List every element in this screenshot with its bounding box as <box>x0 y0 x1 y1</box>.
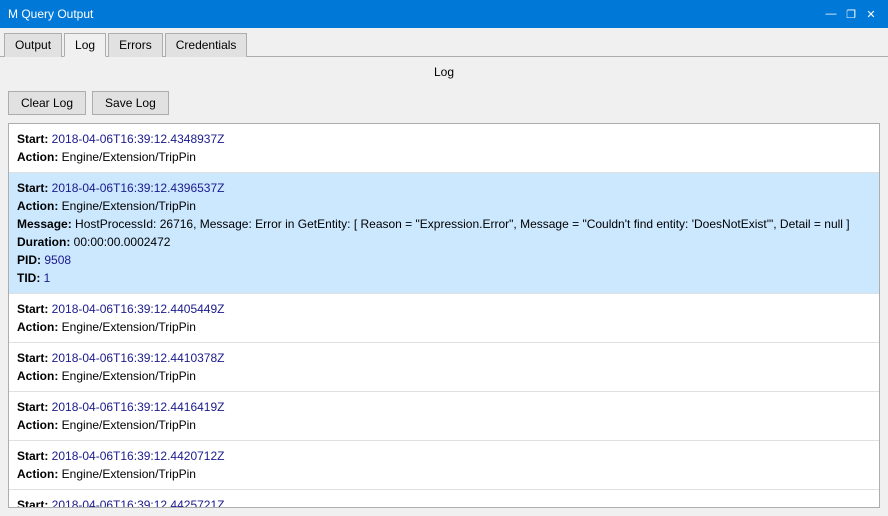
log-entry[interactable]: Start: 2018-04-06T16:39:12.4405449ZActio… <box>9 294 879 343</box>
log-field-label: Duration: <box>17 235 74 249</box>
log-field-value: 2018-04-06T16:39:12.4396537Z <box>52 181 225 195</box>
log-field-label: Action: <box>17 199 62 213</box>
log-field-label: Action: <box>17 320 62 334</box>
log-container[interactable]: Start: 2018-04-06T16:39:12.4348937ZActio… <box>8 123 880 508</box>
log-field-label: Start: <box>17 498 52 508</box>
title-bar: M Query Output — ❐ ✕ <box>0 0 888 28</box>
log-field: Action: Engine/Extension/TripPin <box>17 416 871 434</box>
log-field-value: Engine/Extension/TripPin <box>62 320 196 334</box>
toolbar: Clear Log Save Log <box>0 87 888 123</box>
log-field-value: 2018-04-06T16:39:12.4425721Z <box>52 498 225 508</box>
log-field: Message: HostProcessId: 26716, Message: … <box>17 215 871 233</box>
log-field: Start: 2018-04-06T16:39:12.4396537Z <box>17 179 871 197</box>
log-field-label: Start: <box>17 400 52 414</box>
log-field-label: Start: <box>17 302 52 316</box>
log-field-value: 2018-04-06T16:39:12.4410378Z <box>52 351 225 365</box>
tab-credentials[interactable]: Credentials <box>165 33 248 57</box>
log-field-value: Engine/Extension/TripPin <box>62 467 196 481</box>
log-field: Start: 2018-04-06T16:39:12.4348937Z <box>17 130 871 148</box>
minimize-button[interactable]: — <box>822 6 840 22</box>
log-entry[interactable]: Start: 2018-04-06T16:39:12.4396537ZActio… <box>9 173 879 294</box>
content-area: Log Clear Log Save Log Start: 2018-04-06… <box>0 57 888 516</box>
log-field: Action: Engine/Extension/TripPin <box>17 197 871 215</box>
log-entry[interactable]: Start: 2018-04-06T16:39:12.4410378ZActio… <box>9 343 879 392</box>
window-controls: — ❐ ✕ <box>822 6 880 22</box>
log-entry[interactable]: Start: 2018-04-06T16:39:12.4425721ZActio… <box>9 490 879 508</box>
log-field-value: 2018-04-06T16:39:12.4405449Z <box>52 302 225 316</box>
log-field-label: Action: <box>17 418 62 432</box>
log-field-label: Start: <box>17 181 52 195</box>
window-body: OutputLogErrorsCredentials Log Clear Log… <box>0 28 888 516</box>
tab-output[interactable]: Output <box>4 33 62 57</box>
log-field-value: Engine/Extension/TripPin <box>62 369 196 383</box>
log-field-value: 2018-04-06T16:39:12.4348937Z <box>52 132 225 146</box>
log-field: Start: 2018-04-06T16:39:12.4420712Z <box>17 447 871 465</box>
log-field-value: Engine/Extension/TripPin <box>62 418 196 432</box>
log-field: Start: 2018-04-06T16:39:12.4416419Z <box>17 398 871 416</box>
log-entry[interactable]: Start: 2018-04-06T16:39:12.4348937ZActio… <box>9 124 879 173</box>
clear-log-button[interactable]: Clear Log <box>8 91 86 115</box>
tab-log[interactable]: Log <box>64 33 106 57</box>
log-field: Action: Engine/Extension/TripPin <box>17 318 871 336</box>
log-field-value: Engine/Extension/TripPin <box>62 199 196 213</box>
log-field-value: 1 <box>44 271 51 285</box>
log-field: Start: 2018-04-06T16:39:12.4405449Z <box>17 300 871 318</box>
log-field-label: Start: <box>17 449 52 463</box>
log-field-label: TID: <box>17 271 44 285</box>
log-field-label: Message: <box>17 217 75 231</box>
log-section-title: Log <box>0 57 888 87</box>
log-field: Duration: 00:00:00.0002472 <box>17 233 871 251</box>
log-field-label: Action: <box>17 369 62 383</box>
log-field-value: HostProcessId: 26716, Message: Error in … <box>75 217 850 231</box>
log-field-value: 9508 <box>44 253 71 267</box>
log-field-value: 00:00:00.0002472 <box>74 235 171 249</box>
log-field-label: Start: <box>17 351 52 365</box>
save-log-button[interactable]: Save Log <box>92 91 169 115</box>
tab-bar: OutputLogErrorsCredentials <box>0 28 888 57</box>
log-field-value: Engine/Extension/TripPin <box>62 150 196 164</box>
log-field: Start: 2018-04-06T16:39:12.4410378Z <box>17 349 871 367</box>
log-field-value: 2018-04-06T16:39:12.4420712Z <box>52 449 225 463</box>
log-field: Action: Engine/Extension/TripPin <box>17 148 871 166</box>
log-field-label: Start: <box>17 132 52 146</box>
log-field: PID: 9508 <box>17 251 871 269</box>
log-field-label: Action: <box>17 467 62 481</box>
log-field: TID: 1 <box>17 269 871 287</box>
log-entry[interactable]: Start: 2018-04-06T16:39:12.4420712ZActio… <box>9 441 879 490</box>
log-entry[interactable]: Start: 2018-04-06T16:39:12.4416419ZActio… <box>9 392 879 441</box>
tab-errors[interactable]: Errors <box>108 33 163 57</box>
window-title: M Query Output <box>8 7 93 21</box>
log-field-label: Action: <box>17 150 62 164</box>
log-field: Action: Engine/Extension/TripPin <box>17 367 871 385</box>
restore-button[interactable]: ❐ <box>842 6 860 22</box>
close-button[interactable]: ✕ <box>862 6 880 22</box>
log-field: Start: 2018-04-06T16:39:12.4425721Z <box>17 496 871 508</box>
log-field-label: PID: <box>17 253 44 267</box>
log-field-value: 2018-04-06T16:39:12.4416419Z <box>52 400 225 414</box>
log-field: Action: Engine/Extension/TripPin <box>17 465 871 483</box>
